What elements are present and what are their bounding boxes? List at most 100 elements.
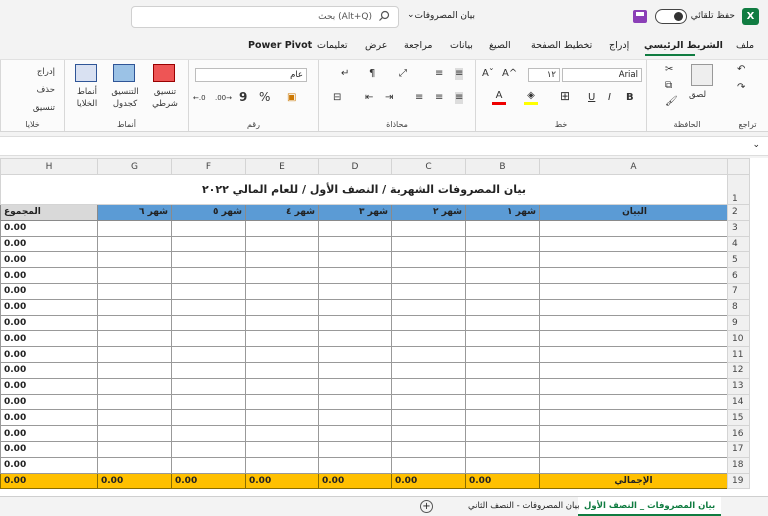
- formula-bar[interactable]: ⌄: [0, 136, 768, 156]
- month-cell[interactable]: [465, 425, 540, 442]
- statement-cell[interactable]: [539, 346, 728, 363]
- month-cell[interactable]: [97, 361, 172, 379]
- col-header-f[interactable]: F: [171, 158, 246, 175]
- row-header[interactable]: 17: [727, 440, 750, 458]
- month-cell[interactable]: [245, 267, 319, 284]
- row-header[interactable]: 8: [727, 298, 750, 316]
- format-as-table-label[interactable]: التنسيق كجدول: [103, 86, 147, 110]
- month-cell[interactable]: [318, 330, 392, 348]
- month-cell[interactable]: [97, 346, 172, 363]
- grow-font-icon[interactable]: A^: [502, 68, 517, 80]
- statement-cell[interactable]: [539, 440, 728, 458]
- month-cell[interactable]: [465, 219, 540, 237]
- total-cell[interactable]: 0.00: [0, 393, 98, 411]
- select-all-corner[interactable]: [727, 158, 750, 175]
- format-painter-icon[interactable]: 🖌: [665, 96, 678, 108]
- month-cell[interactable]: [97, 251, 172, 269]
- statement-cell[interactable]: [539, 282, 728, 300]
- month-cell[interactable]: [245, 235, 319, 253]
- cell-styles-label[interactable]: أنماط الخلايا: [67, 86, 107, 110]
- month-cell[interactable]: [391, 440, 466, 458]
- row-header[interactable]: 19: [727, 472, 750, 490]
- month-cell[interactable]: [171, 409, 246, 427]
- align-middle-icon[interactable]: ≡: [455, 68, 464, 80]
- month-cell[interactable]: [171, 267, 246, 284]
- paste-label[interactable]: لصق: [689, 89, 706, 101]
- conditional-formatting-icon[interactable]: [153, 64, 175, 82]
- undo-icon[interactable]: ↶: [737, 64, 745, 76]
- month-cell[interactable]: [465, 456, 540, 474]
- percent-icon[interactable]: %: [259, 91, 270, 103]
- statement-cell[interactable]: [539, 219, 728, 237]
- statement-cell[interactable]: [539, 425, 728, 442]
- decrease-decimal-icon[interactable]: ←.0: [193, 92, 206, 104]
- month-cell[interactable]: [245, 425, 319, 442]
- format-as-table-icon[interactable]: [113, 64, 135, 82]
- month-cell[interactable]: [171, 298, 246, 316]
- month-cell[interactable]: [391, 456, 466, 474]
- month-cell[interactable]: [465, 251, 540, 269]
- total-cell[interactable]: 0.00: [0, 298, 98, 316]
- month-header[interactable]: شهر ٣: [318, 204, 392, 221]
- month-cell[interactable]: [97, 440, 172, 458]
- total-cell[interactable]: 0.00: [465, 472, 540, 490]
- month-cell[interactable]: [171, 219, 246, 237]
- total-cell[interactable]: 0.00: [0, 267, 98, 284]
- col-header-h[interactable]: H: [0, 158, 98, 175]
- month-cell[interactable]: [245, 361, 319, 379]
- tab-file[interactable]: ملف: [736, 40, 754, 51]
- cut-icon[interactable]: ✂: [665, 64, 673, 76]
- indent-icon[interactable]: ⇥: [385, 92, 393, 104]
- total-cell[interactable]: 0.00: [391, 472, 466, 490]
- row-header[interactable]: 11: [727, 346, 750, 363]
- month-cell[interactable]: [318, 267, 392, 284]
- statement-cell[interactable]: [539, 330, 728, 348]
- month-cell[interactable]: [171, 456, 246, 474]
- delete-cells-button[interactable]: حذف: [11, 84, 55, 96]
- insert-cells-button[interactable]: إدراج: [11, 66, 55, 78]
- orientation-icon[interactable]: ⤢: [399, 68, 407, 80]
- total-cell[interactable]: 0.00: [0, 425, 98, 442]
- cell-styles-icon[interactable]: [75, 64, 97, 82]
- format-cells-button[interactable]: تنسيق: [11, 102, 55, 114]
- row-header[interactable]: 1: [727, 174, 750, 205]
- statement-cell[interactable]: [539, 314, 728, 332]
- month-cell[interactable]: [171, 393, 246, 411]
- tab-data[interactable]: بيانات: [450, 40, 473, 51]
- tab-formulas[interactable]: الصيغ: [489, 40, 511, 51]
- month-cell[interactable]: [391, 235, 466, 253]
- align-center-icon[interactable]: ≡: [435, 92, 443, 104]
- month-cell[interactable]: [97, 377, 172, 395]
- month-cell[interactable]: [171, 330, 246, 348]
- month-cell[interactable]: [391, 251, 466, 269]
- row-header[interactable]: 18: [727, 456, 750, 474]
- total-cell[interactable]: 0.00: [97, 472, 172, 490]
- sheet-tab-first-half[interactable]: بيان المصروفات _ النصف الأول: [578, 497, 722, 516]
- month-cell[interactable]: [391, 282, 466, 300]
- font-color-icon[interactable]: A: [492, 90, 506, 105]
- month-cell[interactable]: [171, 425, 246, 442]
- statement-cell[interactable]: [539, 361, 728, 379]
- row-header[interactable]: 7: [727, 282, 750, 300]
- month-header[interactable]: شهر ٦: [97, 204, 172, 221]
- month-header[interactable]: شهر ١: [465, 204, 540, 221]
- total-label[interactable]: الإجمالي: [539, 472, 728, 490]
- month-cell[interactable]: [465, 377, 540, 395]
- row-header[interactable]: 14: [727, 393, 750, 411]
- month-cell[interactable]: [318, 440, 392, 458]
- row-header[interactable]: 9: [727, 314, 750, 332]
- currency-icon[interactable]: ▣: [287, 92, 296, 104]
- statement-header[interactable]: البيان: [539, 204, 728, 221]
- merge-icon[interactable]: ⊟: [333, 92, 341, 104]
- month-cell[interactable]: [318, 235, 392, 253]
- month-cell[interactable]: [391, 330, 466, 348]
- total-cell[interactable]: 0.00: [245, 472, 319, 490]
- month-header[interactable]: شهر ٤: [245, 204, 319, 221]
- statement-cell[interactable]: [539, 456, 728, 474]
- row-header[interactable]: 13: [727, 377, 750, 395]
- tab-review[interactable]: مراجعة: [404, 40, 433, 51]
- total-cell[interactable]: 0.00: [0, 219, 98, 237]
- total-cell[interactable]: 0.00: [171, 472, 246, 490]
- total-cell[interactable]: 0.00: [0, 314, 98, 332]
- month-cell[interactable]: [391, 361, 466, 379]
